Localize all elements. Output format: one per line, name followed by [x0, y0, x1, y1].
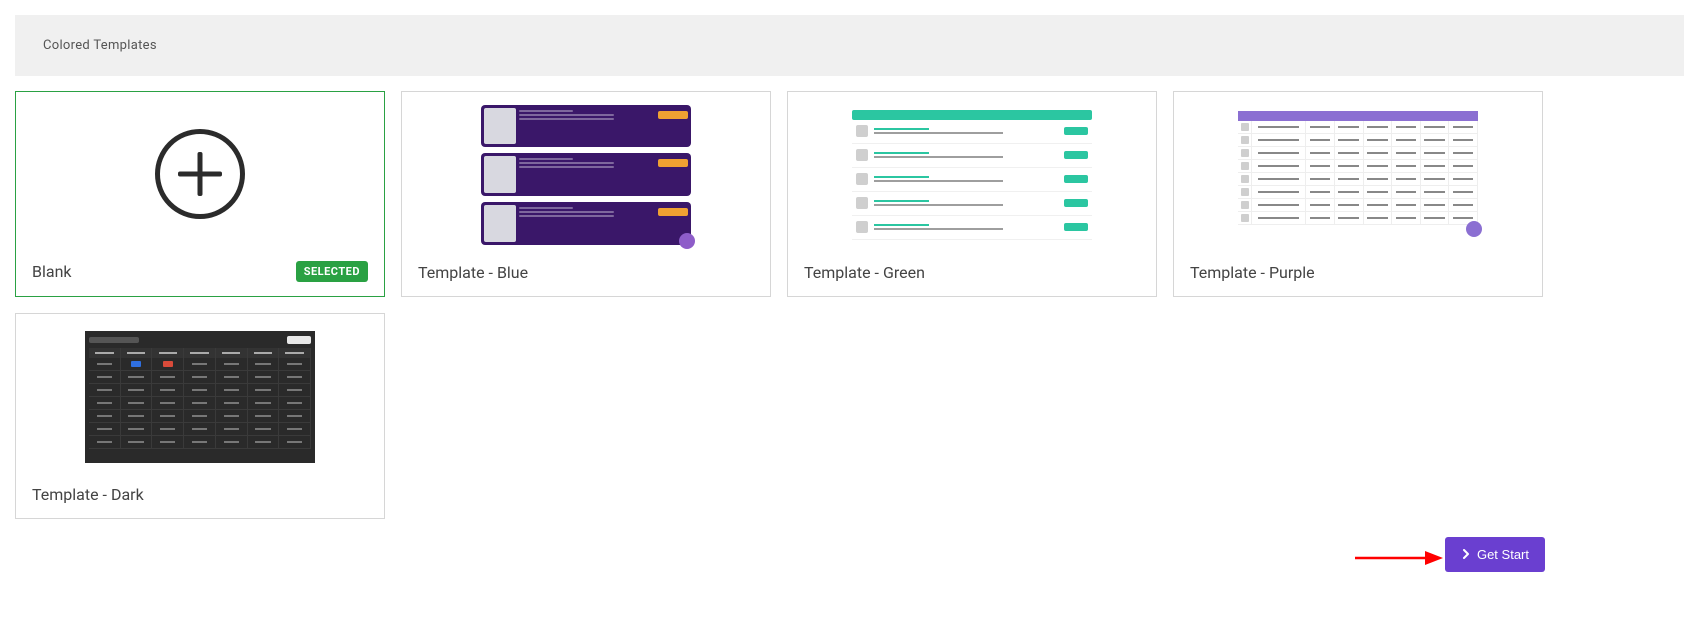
plus-icon [155, 129, 245, 219]
template-preview [1174, 92, 1542, 249]
template-card-blank[interactable]: Blank SELECTED [15, 91, 385, 297]
preview-purple-thumbnail [1238, 111, 1478, 239]
get-start-button[interactable]: Get Start [1445, 537, 1545, 572]
preview-dark-thumbnail [85, 331, 315, 463]
template-label: Template - Blue [418, 263, 528, 282]
template-footer: Template - Purple [1174, 249, 1542, 296]
templates-grid: Blank SELECTED Template - Blue [0, 91, 1699, 519]
template-card-purple[interactable]: Template - Purple [1173, 91, 1543, 297]
template-card-dark[interactable]: Template - Dark [15, 313, 385, 519]
template-footer: Template - Blue [402, 249, 770, 296]
preview-green-thumbnail [852, 110, 1092, 240]
template-card-blue[interactable]: Template - Blue [401, 91, 771, 297]
template-label: Template - Dark [32, 485, 144, 504]
template-label: Template - Green [804, 263, 925, 282]
template-preview [16, 92, 384, 247]
chevron-right-icon [1461, 547, 1471, 562]
template-footer: Template - Green [788, 249, 1156, 296]
template-label: Blank [32, 262, 72, 281]
template-card-green[interactable]: Template - Green [787, 91, 1157, 297]
section-title: Colored Templates [43, 38, 157, 53]
template-preview [16, 314, 384, 471]
template-preview [402, 92, 770, 249]
preview-blue-thumbnail [481, 105, 691, 245]
section-header: Colored Templates [15, 15, 1684, 76]
selected-badge: SELECTED [296, 261, 368, 282]
template-label: Template - Purple [1190, 263, 1315, 282]
template-footer: Blank SELECTED [16, 247, 384, 296]
page-footer: Get Start [0, 519, 1699, 596]
template-preview [788, 92, 1156, 249]
arrow-annotation-icon [1353, 548, 1443, 568]
template-footer: Template - Dark [16, 471, 384, 518]
get-start-label: Get Start [1477, 547, 1529, 562]
